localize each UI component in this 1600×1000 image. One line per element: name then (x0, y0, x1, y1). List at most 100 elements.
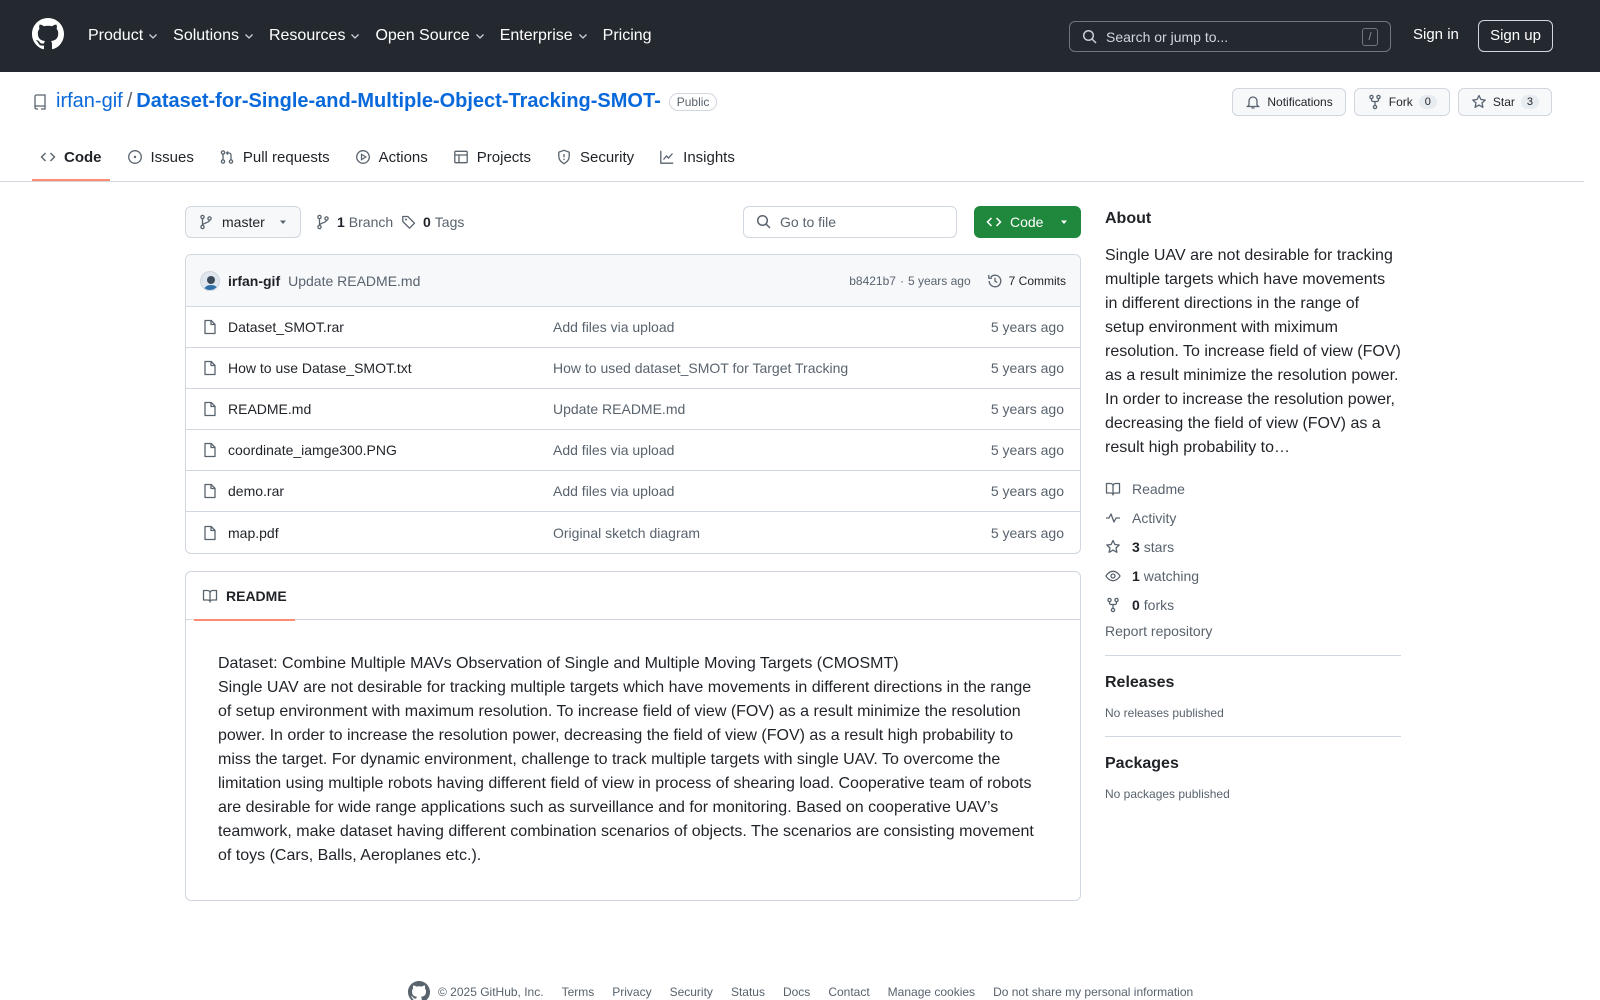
forks-link[interactable]: 0 forks (1105, 590, 1401, 619)
issue-icon (127, 150, 142, 164)
sign-in-link[interactable]: Sign in (1413, 26, 1459, 43)
branches-link[interactable]: 1 Branch (315, 214, 393, 230)
packages-heading[interactable]: Packages (1105, 755, 1401, 773)
sign-up-button[interactable]: Sign up (1478, 20, 1553, 52)
file-row[interactable]: README.md Update README.md 5 years ago (186, 389, 1080, 430)
file-icon (204, 525, 216, 540)
nav-label: Product (88, 27, 144, 44)
file-commit-message[interactable]: How to used dataset_SMOT for Target Trac… (553, 360, 848, 376)
tab-projects[interactable]: Projects (445, 134, 539, 180)
code-icon (40, 152, 56, 162)
footer-link-contact[interactable]: Contact (828, 985, 869, 999)
nav-label: Open Source (375, 27, 470, 44)
tab-label: Projects (476, 148, 531, 166)
file-commit-message[interactable]: Update README.md (553, 401, 685, 417)
footer-link-terms[interactable]: Terms (562, 985, 595, 999)
file-name[interactable]: Dataset_SMOT.rar (228, 319, 553, 335)
file-row[interactable]: map.pdf Original sketch diagram 5 years … (186, 512, 1080, 553)
file-name[interactable]: map.pdf (228, 525, 553, 541)
tab-pull-requests[interactable]: Pull requests (211, 134, 338, 180)
file-row[interactable]: coordinate_iamge300.PNG Add files via up… (186, 430, 1080, 471)
tab-insights[interactable]: Insights (651, 134, 743, 180)
nav-label: Enterprise (499, 27, 573, 44)
footer-link-security[interactable]: Security (670, 985, 713, 999)
watching-link[interactable]: 1 watching (1105, 561, 1401, 590)
file-commit-message[interactable]: Add files via upload (553, 319, 674, 335)
file-date: 5 years ago (990, 360, 1064, 376)
search-icon (756, 214, 771, 229)
nav-label: Resources (268, 27, 346, 44)
tab-actions[interactable]: Actions (347, 134, 436, 180)
footer-link-docs[interactable]: Docs (783, 985, 810, 999)
nav-enterprise[interactable]: Enterprise (500, 27, 589, 45)
tab-label: Actions (378, 148, 428, 166)
avatar[interactable] (200, 270, 220, 291)
footer-link-status[interactable]: Status (731, 985, 765, 999)
file-commit-message[interactable]: Add files via upload (553, 442, 674, 458)
file-row[interactable]: Dataset_SMOT.rar Add files via upload 5 … (186, 307, 1080, 348)
tab-security[interactable]: Security (548, 134, 642, 180)
nav-pricing[interactable]: Pricing (603, 27, 652, 45)
commit-hash[interactable]: b8421b7 (849, 274, 896, 288)
notifications-button[interactable]: Notifications (1232, 88, 1346, 116)
fork-icon (1107, 597, 1119, 612)
footer-link-manage-cookies[interactable]: Manage cookies (888, 985, 975, 999)
search-placeholder: Search or jump to... (1106, 28, 1229, 45)
go-to-file-input[interactable]: Go to file (743, 206, 957, 238)
tags-link[interactable]: 0 Tags (401, 214, 464, 230)
global-nav: Product Solutions Resources Open Source … (88, 0, 666, 72)
repo-name-link[interactable]: Dataset-for-Single-and-Multiple-Object-T… (136, 90, 660, 113)
branch-select-button[interactable]: master (185, 206, 301, 238)
sidebar: About Single UAV are not desirable for t… (1105, 210, 1401, 801)
file-name[interactable]: demo.rar (228, 483, 553, 499)
tab-label: Insights (683, 148, 735, 166)
file-row[interactable]: How to use Datase_SMOT.txt How to used d… (186, 348, 1080, 389)
file-row[interactable]: demo.rar Add files via upload 5 years ag… (186, 471, 1080, 512)
star-button[interactable]: Star 3 (1457, 88, 1552, 116)
fork-button[interactable]: Fork 0 (1353, 88, 1450, 116)
repo-header: irfan-gif / Dataset-for-Single-and-Multi… (0, 72, 1584, 182)
file-commit-message[interactable]: Add files via upload (553, 483, 674, 499)
chevron-down-icon (475, 34, 484, 39)
github-logo-icon[interactable] (408, 981, 430, 1000)
global-search-input[interactable]: Search or jump to... / (1069, 21, 1391, 52)
star-label: Star (1492, 95, 1515, 109)
activity-link[interactable]: Activity (1105, 503, 1401, 532)
file-commit-message[interactable]: Original sketch diagram (553, 525, 700, 541)
commits-link[interactable]: 7 Commits (987, 273, 1066, 289)
nav-solutions[interactable]: Solutions (173, 27, 255, 45)
tab-issues[interactable]: Issues (119, 134, 202, 180)
releases-heading[interactable]: Releases (1105, 674, 1401, 692)
readme-link[interactable]: Readme (1105, 474, 1401, 503)
tab-readme[interactable]: README (194, 572, 295, 621)
report-repository-link[interactable]: Report repository (1105, 623, 1401, 639)
tag-icon (402, 215, 416, 229)
commit-message[interactable]: Update README.md (288, 273, 420, 289)
readme-panel: README Dataset: Combine Multiple MAVs Ob… (185, 571, 1081, 901)
file-name[interactable]: README.md (228, 401, 553, 417)
caret-down-icon (280, 220, 286, 224)
graph-icon (660, 150, 674, 164)
footer-link-do-not-share[interactable]: Do not share my personal information (993, 985, 1193, 999)
stars-link[interactable]: 3 stars (1105, 532, 1401, 561)
commit-author[interactable]: irfan-gif (228, 273, 280, 289)
footer-link-privacy[interactable]: Privacy (612, 985, 651, 999)
file-date: 5 years ago (990, 483, 1064, 499)
repo-tabs: Code Issues Pull requests Actions Projec… (32, 134, 752, 182)
global-header: Product Solutions Resources Open Source … (0, 0, 1600, 72)
commit-age: 5 years ago (907, 274, 971, 288)
fork-icon (1368, 94, 1381, 110)
file-name[interactable]: How to use Datase_SMOT.txt (228, 360, 553, 376)
nav-resources[interactable]: Resources (269, 27, 361, 45)
releases-empty-text: No releases published (1105, 706, 1224, 720)
nav-open-source[interactable]: Open Source (375, 27, 485, 45)
github-logo-icon[interactable] (32, 18, 64, 50)
forks-label: forks (1143, 596, 1175, 613)
file-name[interactable]: coordinate_iamge300.PNG (228, 442, 553, 458)
code-dropdown-button[interactable]: Code (974, 206, 1081, 238)
tab-code[interactable]: Code (32, 134, 110, 181)
repo-owner-link[interactable]: irfan-gif (56, 90, 123, 113)
nav-product[interactable]: Product (88, 27, 159, 45)
star-count: 3 (1520, 95, 1539, 109)
book-icon (202, 589, 218, 603)
